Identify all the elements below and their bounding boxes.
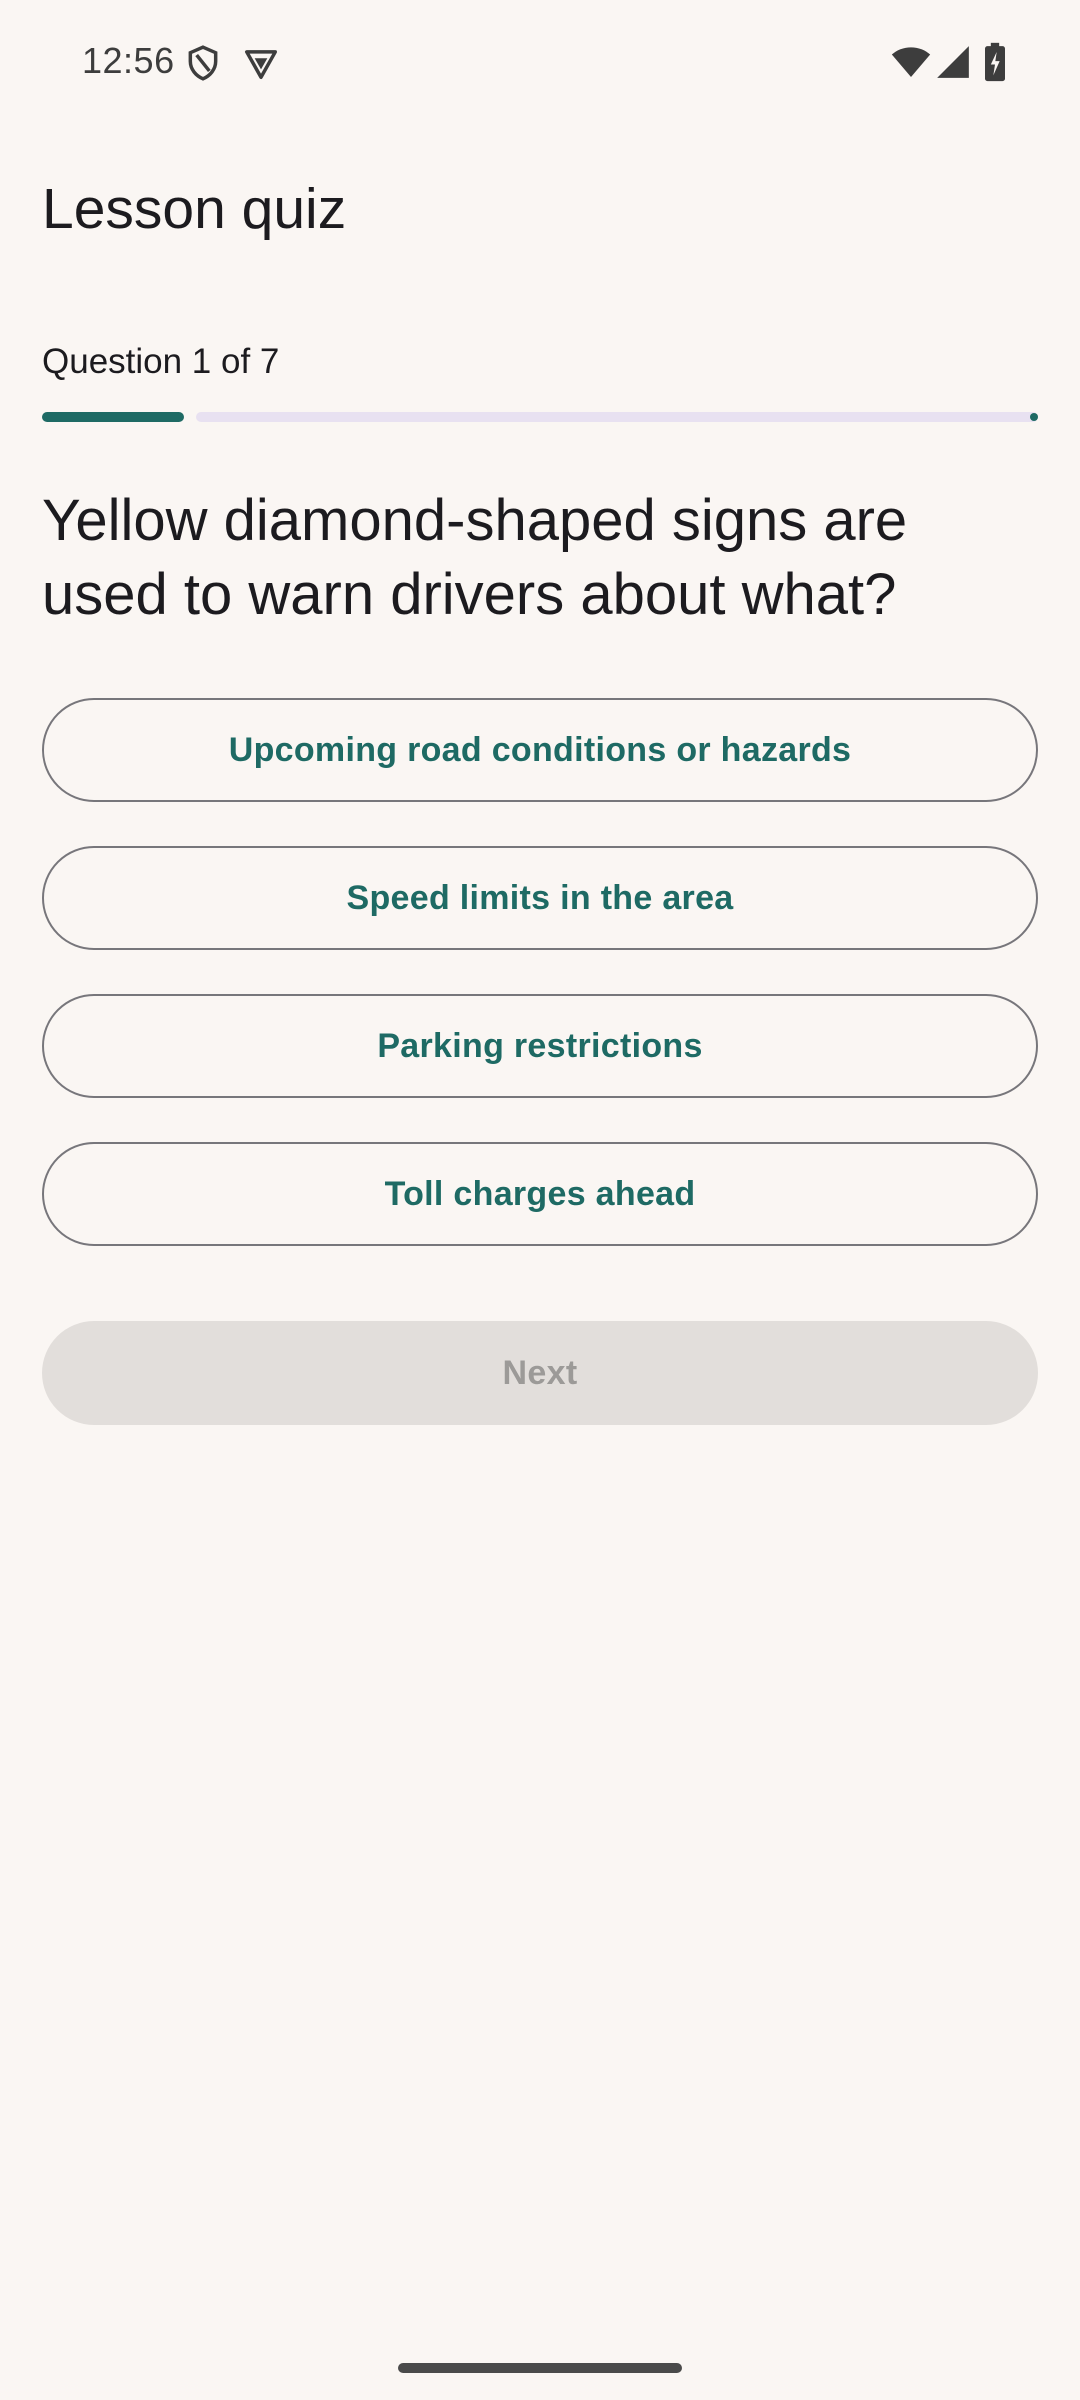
status-time: 12:56 bbox=[82, 40, 175, 81]
gesture-navigation-bar[interactable] bbox=[398, 2363, 682, 2373]
next-button[interactable]: Next bbox=[42, 1321, 1038, 1425]
shield-icon bbox=[188, 45, 218, 81]
wifi-icon bbox=[891, 47, 931, 77]
quiz-progress-bar bbox=[42, 412, 1038, 422]
answer-options: Upcoming road conditions or hazards Spee… bbox=[42, 698, 1038, 1290]
battery-charging-icon bbox=[985, 42, 1005, 82]
status-bar: 12:56 bbox=[0, 0, 1080, 128]
progress-track-remaining bbox=[196, 412, 1038, 422]
question-text: Yellow diamond-shaped signs are used to … bbox=[42, 488, 908, 627]
vpn-badge-icon bbox=[245, 50, 277, 79]
cellular-signal-icon bbox=[937, 46, 969, 78]
progress-fill bbox=[42, 412, 184, 422]
answer-option-1[interactable]: Upcoming road conditions or hazards bbox=[42, 698, 1038, 802]
answer-option-4[interactable]: Toll charges ahead bbox=[42, 1142, 1038, 1246]
answer-option-3[interactable]: Parking restrictions bbox=[42, 994, 1038, 1098]
page-title: Lesson quiz bbox=[42, 177, 347, 241]
answer-option-2[interactable]: Speed limits in the area bbox=[42, 846, 1038, 950]
progress-stop-indicator bbox=[1030, 413, 1038, 421]
question-counter: Question 1 of 7 bbox=[42, 342, 280, 381]
